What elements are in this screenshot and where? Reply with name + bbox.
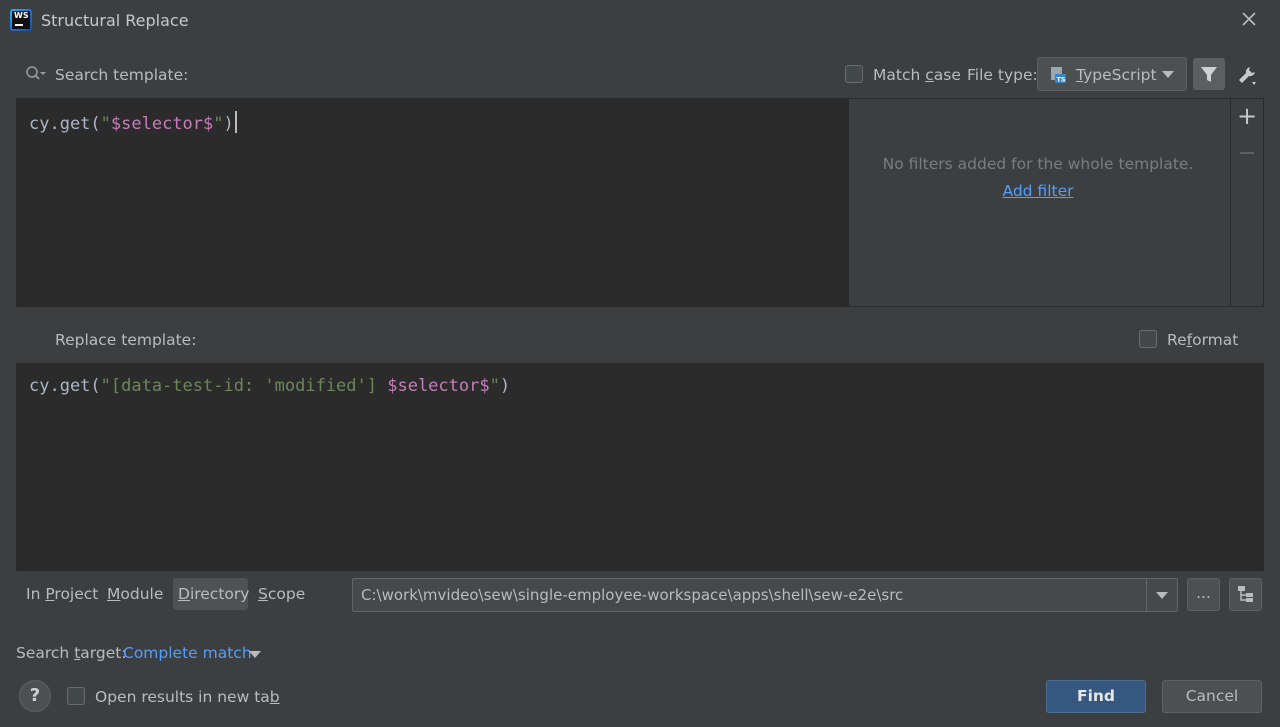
search-target-label: Search target:: [16, 644, 127, 662]
file-type-label: File type:: [967, 66, 1038, 84]
match-case-checkbox[interactable]: [845, 65, 863, 83]
title-bar: [0, 0, 1280, 44]
help-button[interactable]: ?: [19, 680, 51, 712]
tab-scope[interactable]: Scope: [258, 585, 305, 603]
webstorm-icon: WS: [10, 9, 32, 31]
tree-icon: [1238, 586, 1253, 602]
open-new-tab-checkbox[interactable]: [67, 687, 85, 705]
directory-tree-button[interactable]: [1229, 578, 1262, 611]
chevron-down-icon[interactable]: [249, 651, 261, 658]
typescript-file-icon: TS: [1049, 66, 1067, 84]
close-icon[interactable]: [1238, 8, 1260, 30]
filter-button[interactable]: [1193, 58, 1225, 90]
match-case-label[interactable]: Match case: [873, 66, 961, 84]
chevron-down-icon[interactable]: [1156, 592, 1168, 599]
text-caret: [234, 111, 237, 133]
tab-directory[interactable]: Directory: [178, 585, 249, 603]
open-new-tab-label[interactable]: Open results in new tab: [95, 688, 280, 706]
filter-icon: [1201, 67, 1217, 82]
tab-module[interactable]: Module: [107, 585, 163, 603]
svg-text:TS: TS: [1057, 76, 1066, 84]
directory-path-text[interactable]: C:\work\mvideo\sew\single-employee-works…: [361, 586, 903, 604]
search-history-icon[interactable]: [25, 65, 47, 83]
cancel-button[interactable]: Cancel: [1162, 680, 1262, 713]
search-template-code[interactable]: cy.get("$selector$"): [29, 111, 237, 134]
search-template-label: Search template:: [55, 66, 189, 84]
replace-template-code[interactable]: cy.get("[data-test-id: 'modified'] $sele…: [29, 376, 510, 396]
filter-panel: [848, 98, 1230, 307]
tab-in-project[interactable]: In Project: [26, 585, 98, 603]
chevron-down-icon[interactable]: [1162, 71, 1174, 78]
add-filter-link[interactable]: Add filter: [848, 182, 1228, 200]
no-filters-text: No filters added for the whole template.: [882, 155, 1194, 173]
remove-icon[interactable]: [1240, 152, 1254, 154]
reformat-label[interactable]: Reformat: [1167, 331, 1238, 349]
search-target-dropdown[interactable]: Complete match: [123, 644, 252, 662]
replace-template-label: Replace template:: [55, 331, 197, 349]
browse-button[interactable]: ...: [1187, 578, 1220, 611]
find-button[interactable]: Find: [1046, 680, 1146, 713]
reformat-checkbox[interactable]: [1139, 330, 1157, 348]
add-icon[interactable]: +: [1236, 104, 1258, 128]
wrench-icon[interactable]: [1236, 64, 1258, 86]
combo-divider: [1146, 579, 1147, 611]
file-type-value[interactable]: TypeScript: [1076, 66, 1157, 84]
window-title: Structural Replace: [41, 11, 189, 30]
